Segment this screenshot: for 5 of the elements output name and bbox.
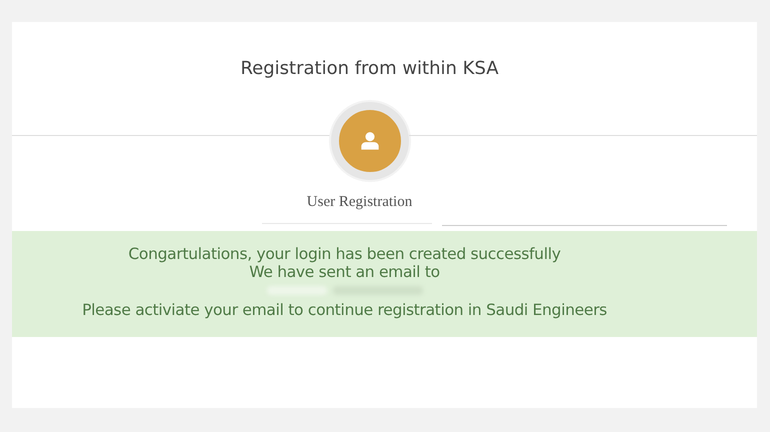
- alert-text: Congartulations, your login has been created successfully: [128, 245, 561, 263]
- alert-text: Please activiate your email to continue registration in Saudi Engineers: [82, 301, 607, 319]
- alert-text: We have sent an email to: [249, 263, 440, 281]
- step-label: User Registration: [306, 194, 414, 211]
- page-title: Registration from within KSA: [239, 58, 500, 79]
